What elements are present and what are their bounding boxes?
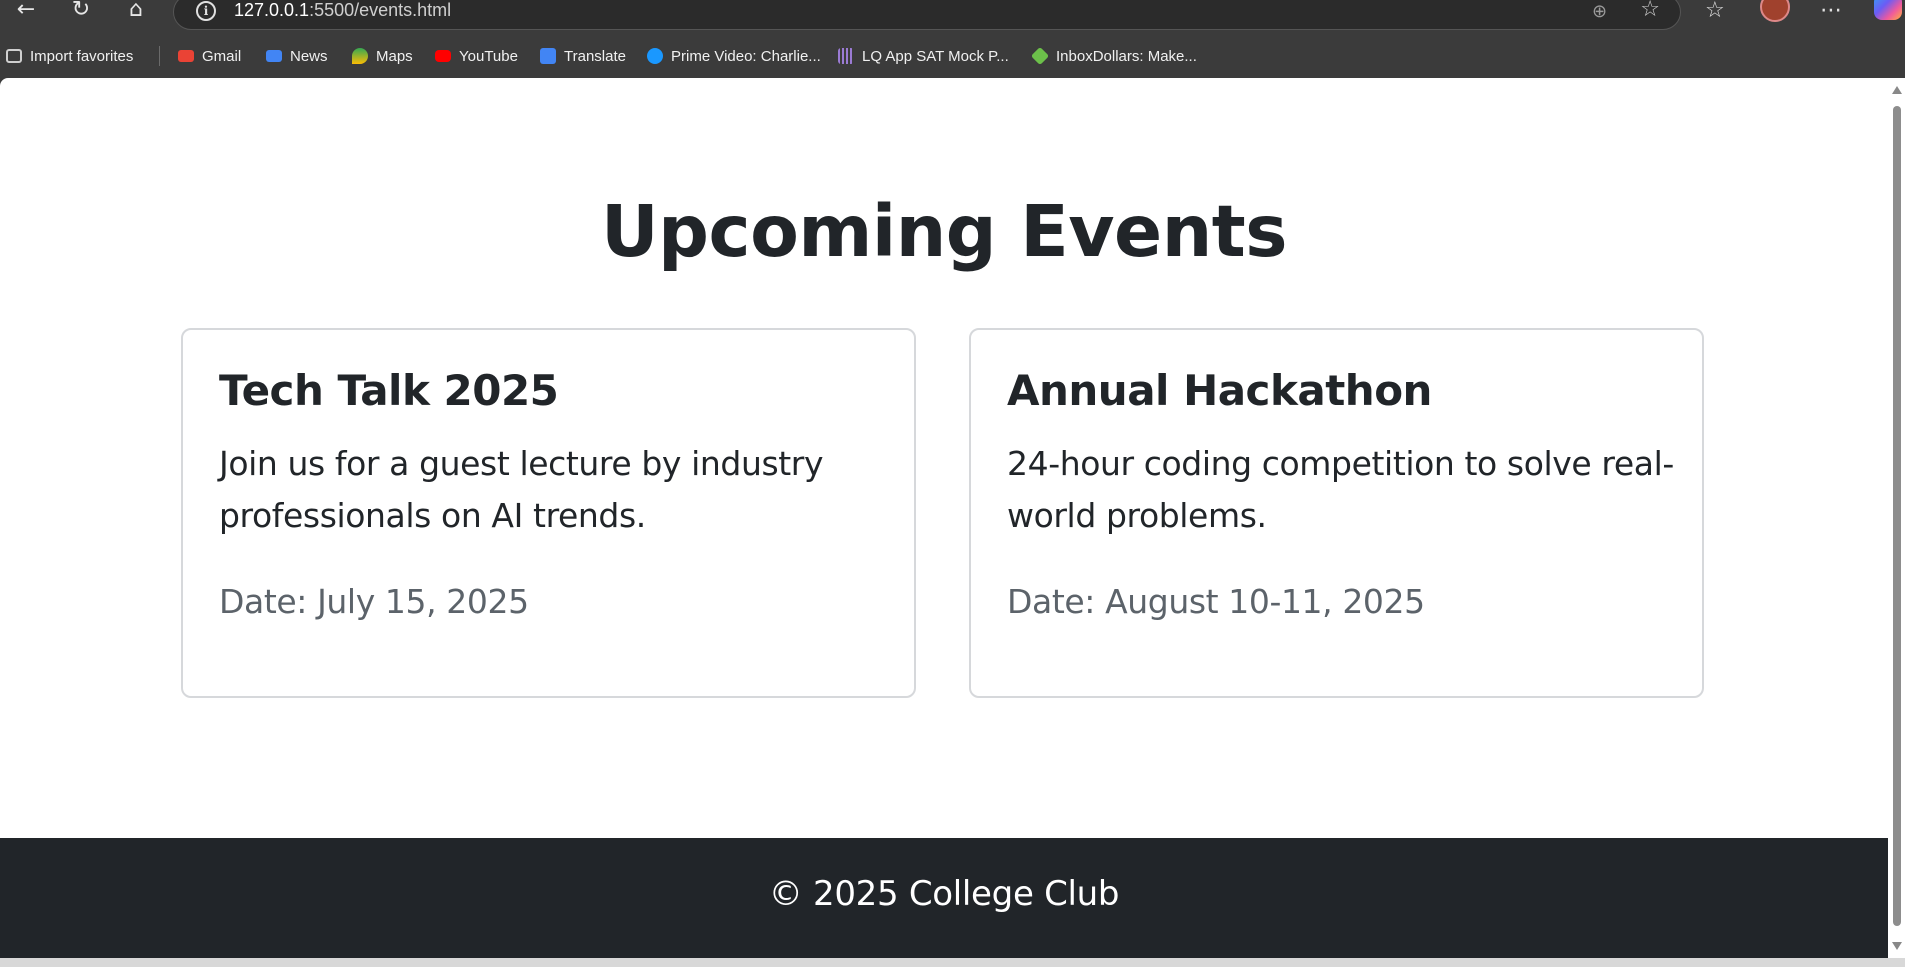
page-footer: © 2025 College Club bbox=[0, 838, 1888, 958]
url-path: :5500/events.html bbox=[309, 0, 452, 20]
profile-avatar[interactable] bbox=[1760, 0, 1790, 22]
page-viewport: Upcoming Events Tech Talk 2025 Join us f… bbox=[0, 78, 1888, 958]
site-info-icon[interactable]: i bbox=[196, 1, 216, 21]
bookmark-maps[interactable]: Maps bbox=[352, 45, 413, 67]
bookmark-label: News bbox=[290, 47, 328, 65]
inboxdollars-icon bbox=[1030, 46, 1050, 66]
gmail-icon bbox=[178, 50, 194, 62]
translate-icon bbox=[540, 48, 556, 64]
scroll-up-arrow-icon[interactable] bbox=[1892, 86, 1902, 94]
event-card-tech-talk: Tech Talk 2025 Join us for a guest lectu… bbox=[181, 328, 916, 698]
bookmark-prime-video[interactable]: Prime Video: Charlie... bbox=[647, 45, 821, 67]
zoom-icon[interactable]: ⊕ bbox=[1592, 1, 1612, 22]
scroll-thumb[interactable] bbox=[1893, 106, 1901, 926]
import-icon bbox=[6, 49, 22, 63]
bookmark-gmail[interactable]: Gmail bbox=[178, 45, 241, 67]
bookmark-youtube[interactable]: YouTube bbox=[435, 45, 518, 67]
favorites-list-icon[interactable]: ☆ bbox=[1705, 0, 1725, 23]
copilot-icon[interactable] bbox=[1874, 0, 1902, 20]
bookmark-news[interactable]: News bbox=[266, 45, 328, 67]
scroll-down-arrow-icon[interactable] bbox=[1892, 942, 1902, 950]
refresh-icon[interactable]: ↻ bbox=[67, 0, 95, 24]
home-icon[interactable]: ⌂ bbox=[122, 0, 150, 24]
bookmark-label: YouTube bbox=[459, 47, 518, 65]
event-description: 24-hour coding competition to solve real… bbox=[1007, 444, 1674, 535]
bookmark-label: LQ App SAT Mock P... bbox=[862, 47, 1009, 65]
window-bottom-edge bbox=[0, 958, 1905, 967]
event-description: Join us for a guest lecture by industry … bbox=[219, 444, 824, 535]
bookmark-label: Translate bbox=[564, 47, 626, 65]
bookmark-label: Import favorites bbox=[30, 47, 134, 65]
event-date: Date: August 10-11, 2025 bbox=[1007, 582, 1425, 621]
event-date: Date: July 15, 2025 bbox=[219, 582, 529, 621]
prime-video-icon bbox=[647, 48, 663, 64]
event-title: Tech Talk 2025 bbox=[219, 366, 559, 415]
event-title: Annual Hackathon bbox=[1007, 366, 1432, 415]
maps-icon bbox=[352, 48, 368, 64]
url-text[interactable]: 127.0.0.1:5500/events.html bbox=[234, 0, 451, 21]
youtube-icon bbox=[435, 50, 451, 62]
bookmark-import-favorites[interactable]: Import favorites bbox=[6, 45, 133, 67]
back-arrow-icon[interactable]: ← bbox=[12, 0, 40, 24]
page-title: Upcoming Events bbox=[601, 190, 1287, 273]
bookmark-label: Prime Video: Charlie... bbox=[671, 47, 821, 65]
address-bar[interactable]: i 127.0.0.1:5500/events.html ⊕ ☆ bbox=[173, 0, 1681, 30]
bookmarks-bar: Import favorites Gmail News Maps YouTube… bbox=[0, 40, 1905, 72]
event-card-hackathon: Annual Hackathon 24-hour coding competit… bbox=[969, 328, 1704, 698]
bookmarks-divider bbox=[159, 46, 160, 66]
bookmark-translate[interactable]: Translate bbox=[540, 45, 626, 67]
footer-copyright: © 2025 College Club bbox=[768, 874, 1120, 914]
bookmark-inboxdollars[interactable]: InboxDollars: Make... bbox=[1030, 45, 1197, 67]
lq-app-icon bbox=[838, 48, 854, 64]
url-host: 127.0.0.1 bbox=[234, 0, 310, 20]
favorite-star-icon[interactable]: ☆ bbox=[1640, 0, 1660, 22]
browser-toolbar: ← ↻ ⌂ i 127.0.0.1:5500/events.html ⊕ ☆ ☆… bbox=[0, 0, 1905, 36]
bookmark-label: Maps bbox=[376, 47, 413, 65]
news-icon bbox=[266, 50, 282, 62]
bookmark-lq-app[interactable]: LQ App SAT Mock P... bbox=[838, 45, 1009, 67]
vertical-scrollbar[interactable] bbox=[1888, 78, 1905, 958]
bookmark-label: InboxDollars: Make... bbox=[1056, 47, 1197, 65]
bookmark-label: Gmail bbox=[202, 47, 242, 65]
more-options-icon[interactable]: ⋯ bbox=[1820, 0, 1842, 23]
